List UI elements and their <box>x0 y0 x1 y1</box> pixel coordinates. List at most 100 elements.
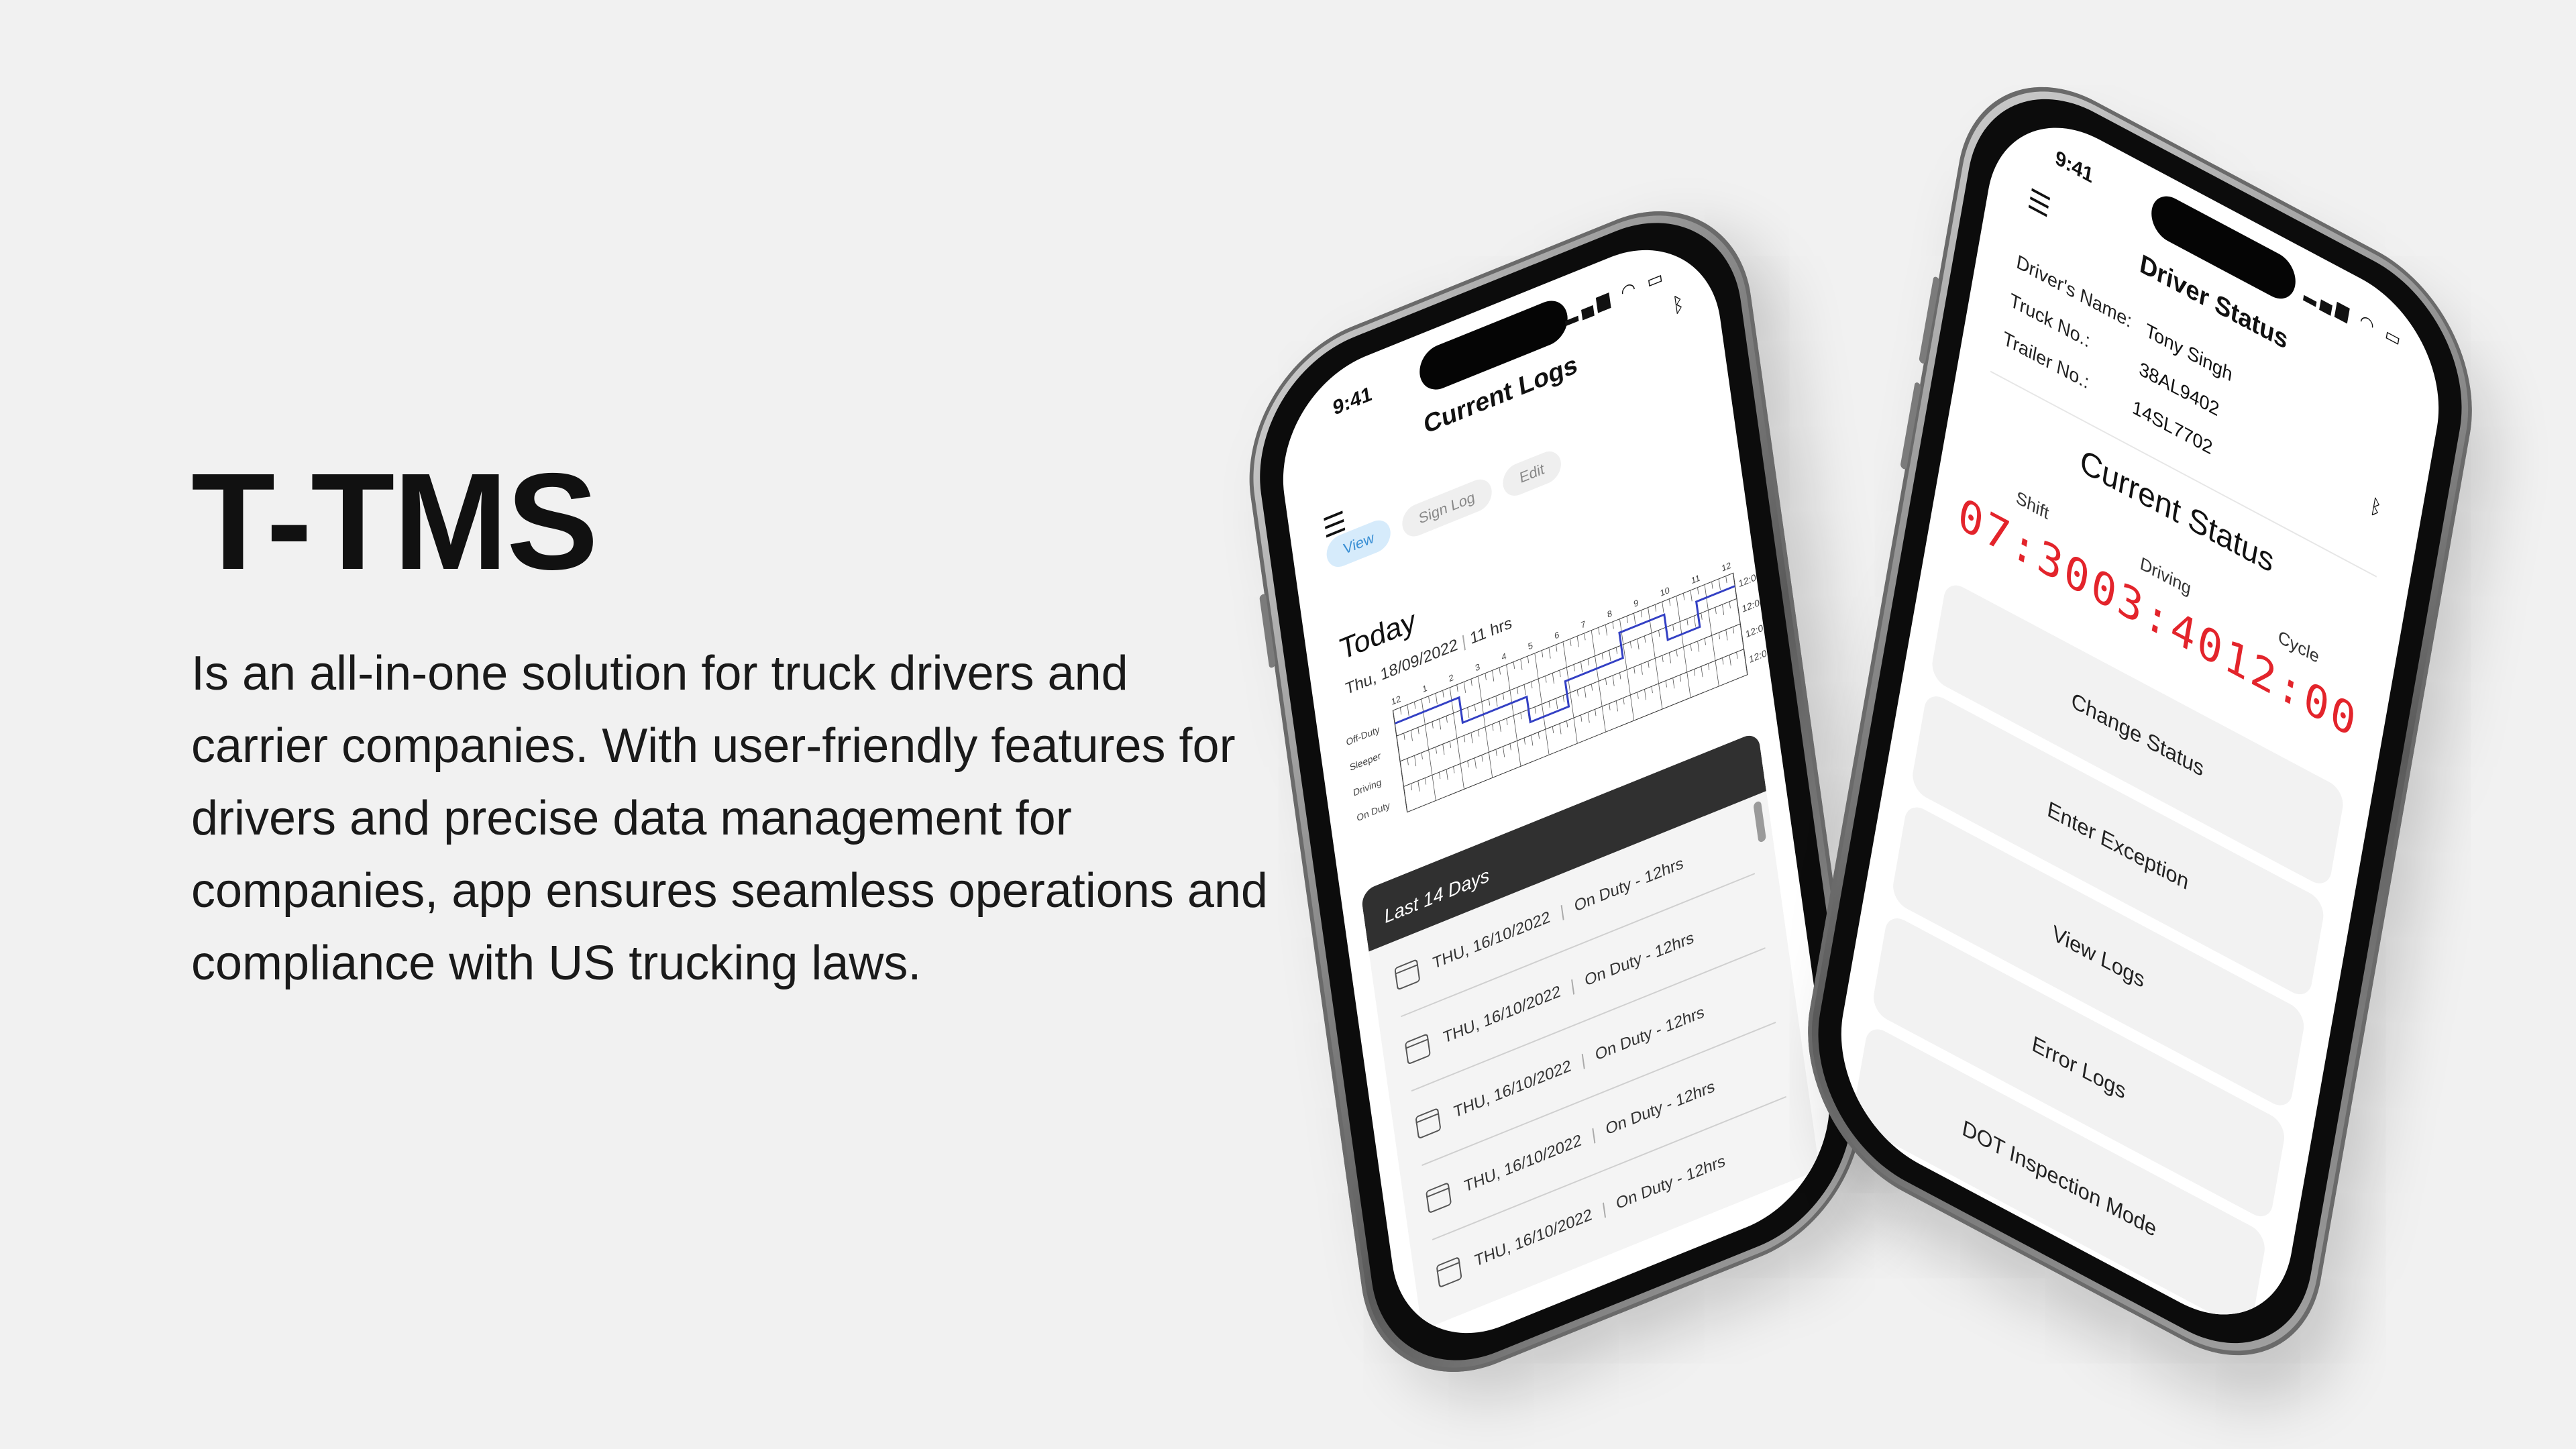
graph-tick <box>1693 669 1696 676</box>
graph-tick <box>1715 660 1719 686</box>
graph-tick <box>1499 720 1501 733</box>
graph-tick <box>1658 683 1663 709</box>
graph-tick <box>1460 763 1464 790</box>
current-logs-screen: 9:41 ▂▄▆ ◠ ▭ Current Logs ☰ ᛒ View Sign … <box>1270 218 1843 1365</box>
graph-tick <box>1527 656 1529 663</box>
graph-tick <box>1736 598 1741 625</box>
bluetooth-icon[interactable]: ᛒ <box>2368 494 2383 523</box>
graph-tick <box>1414 755 1417 767</box>
log-status: On Duty - 12hrs <box>1615 1151 1727 1214</box>
graph-tick <box>1400 708 1402 715</box>
graph-tick <box>1701 666 1703 678</box>
graph-tick <box>1683 593 1685 600</box>
graph-tick <box>1683 647 1688 673</box>
graph-hour-label: 9 <box>1633 597 1640 609</box>
graph-tick <box>1609 703 1611 710</box>
graph-tick <box>1633 666 1635 674</box>
graph-tick <box>1506 665 1511 691</box>
graph-tick <box>1432 721 1434 729</box>
graph-hour-label: 5 <box>1527 639 1534 652</box>
graph-tick <box>1595 709 1597 716</box>
graph-tick <box>1729 655 1731 666</box>
graph-tick <box>1697 588 1699 595</box>
graph-hour-label: 4 <box>1501 650 1507 663</box>
graph-tick <box>1403 786 1408 812</box>
graph-tick <box>1662 655 1664 663</box>
graph-tick <box>1708 663 1710 671</box>
graph-tick <box>1456 684 1458 692</box>
log-status: On Duty - 12hrs <box>1594 1002 1706 1065</box>
log-status: On Duty - 12hrs <box>1583 928 1695 990</box>
log-status: On Duty - 12hrs <box>1573 853 1684 916</box>
graph-tick <box>1672 624 1674 631</box>
graph-tick <box>1407 704 1409 716</box>
graph-tick <box>1690 643 1692 651</box>
graph-tick <box>1488 752 1493 778</box>
graph-tick <box>1417 727 1419 735</box>
graph-tick <box>1668 599 1671 606</box>
graph-tick <box>1644 635 1646 643</box>
graph-tick <box>1517 687 1519 694</box>
graph-tick <box>1562 695 1564 702</box>
graph-tick <box>1601 706 1606 732</box>
tab-edit[interactable]: Edit <box>1501 446 1563 501</box>
graph-hour-label: 7 <box>1580 619 1587 631</box>
graph-tick <box>1439 718 1442 730</box>
log-status: On Duty - 12hrs <box>1605 1077 1716 1139</box>
graph-tick <box>1534 653 1539 680</box>
calendar-icon <box>1415 1107 1442 1140</box>
graph-tick <box>1686 619 1688 626</box>
tab-sign-log[interactable]: Sign Log <box>1400 474 1494 541</box>
graph-tick <box>1570 639 1572 646</box>
graph-tick <box>1478 676 1483 702</box>
graph-tick <box>1538 678 1542 704</box>
graph-tick <box>1701 612 1703 620</box>
graph-tick <box>1467 707 1470 718</box>
graph-tick <box>1605 678 1607 686</box>
graph-hour-label: 3 <box>1474 661 1481 674</box>
graph-tick <box>1509 743 1511 751</box>
graph-tick <box>1576 636 1579 647</box>
bluetooth-icon[interactable]: ᛒ <box>1671 291 1686 319</box>
phone-bezel: 9:41 ▂▄▆ ◠ ▭ ☰ Driver Status ᛒ Driver's … <box>1800 56 2480 1387</box>
graph-tick <box>1556 698 1558 709</box>
scrollbar[interactable] <box>1753 800 1767 843</box>
graph-tick <box>1676 649 1678 657</box>
graph-tick <box>1523 684 1526 696</box>
graph-tick <box>1615 647 1618 655</box>
graph-tick <box>1633 613 1636 625</box>
graph-tick <box>1538 732 1540 739</box>
graph-hour-label: 11 <box>1690 572 1701 586</box>
graph-tick <box>1640 610 1642 618</box>
graph-tick <box>1470 679 1472 686</box>
graph-tick <box>1743 649 1748 675</box>
graph-tick <box>1598 681 1603 707</box>
calendar-icon <box>1426 1181 1452 1214</box>
graph-tick <box>1584 686 1587 698</box>
graph-tick <box>1591 630 1595 656</box>
graph-hour-label: 6 <box>1554 629 1560 641</box>
graph-tick <box>1587 712 1590 723</box>
graph-tick <box>1396 735 1401 761</box>
graph-hour-label: 1 <box>1421 682 1428 695</box>
graph-tick <box>1410 730 1413 741</box>
graph-tick <box>1686 672 1691 698</box>
graph-hour-label: 2 <box>1448 672 1454 684</box>
graph-tick <box>1531 735 1534 746</box>
graph-hour-label: 10 <box>1659 584 1670 599</box>
graph-tick <box>1570 692 1574 718</box>
graph-tick <box>1609 650 1611 661</box>
graph-tick <box>1725 629 1728 641</box>
graph-tick <box>1495 749 1497 757</box>
graph-tick <box>1669 652 1671 663</box>
graph-tick <box>1442 690 1444 698</box>
graph-tick <box>1400 761 1405 787</box>
graph-tick <box>1534 706 1536 714</box>
graph-tick <box>1711 635 1716 661</box>
graph-tick <box>1481 755 1483 762</box>
graph-tick <box>1485 673 1487 681</box>
graph-tick <box>1672 678 1675 689</box>
graph-tick <box>1556 645 1558 652</box>
graph-tick <box>1495 696 1498 707</box>
graph-tick <box>1562 642 1567 667</box>
